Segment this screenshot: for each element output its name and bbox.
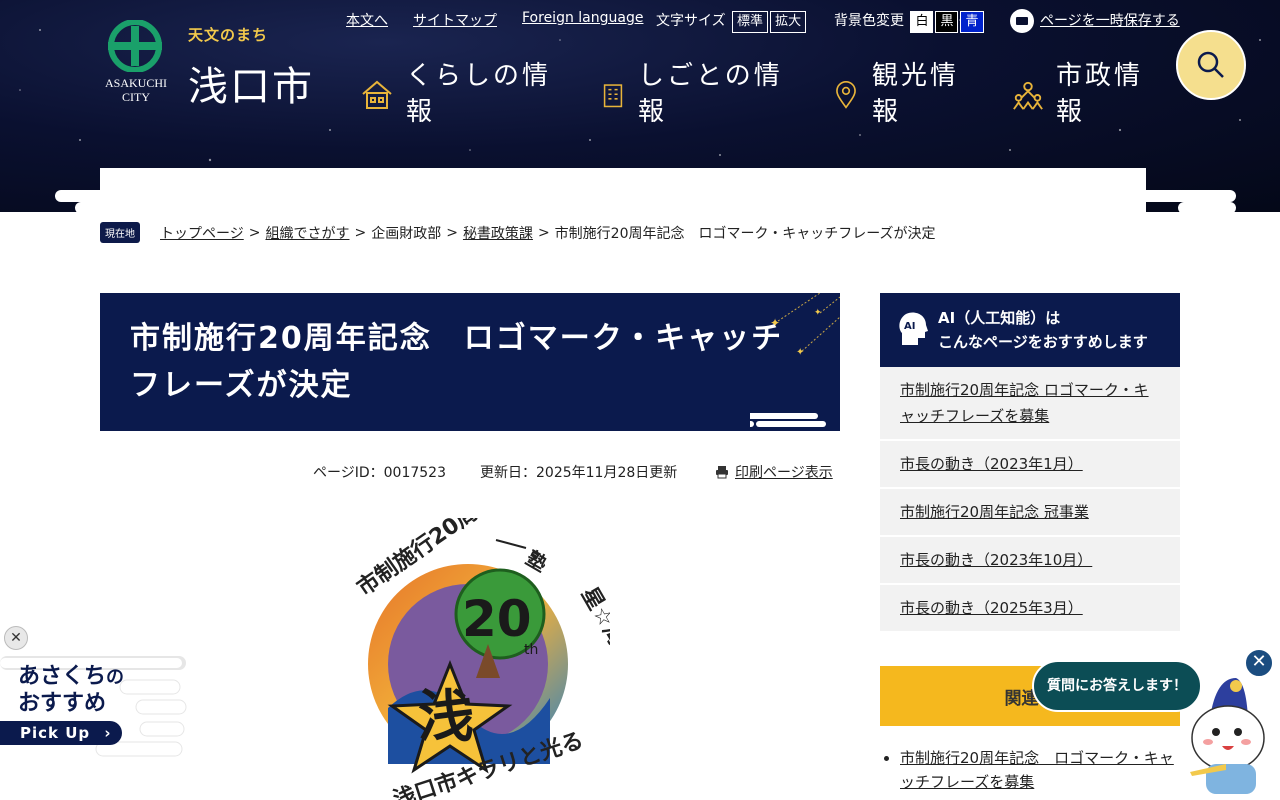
site-header: ASAKUCHI CITY 天文のまち 浅口市 本文へ サイトマップ Forei… [0,0,1280,212]
ai-recommend-header: AI AI（人工知能）は こんなページをおすすめします [880,293,1180,367]
bg-white-button[interactable]: 白 [910,11,934,33]
pickup-title-line1: あさくち [18,664,107,689]
ai-icon-label: AI [904,321,915,332]
list-item: 市制施行20周年記念 ロゴマーク・キャッチフレーズを募集 [900,746,1180,794]
emblem-ring-right: 星☆海☆ [576,583,610,668]
breadcrumb-separator: > [248,224,261,241]
building-icon [603,84,623,108]
pickup-button-label: Pick Up [20,724,91,742]
nav-work[interactable]: しごとの情 報 [600,58,783,130]
svg-text:✦: ✦ [814,308,822,318]
nav-label: 観光情 [872,61,960,91]
search-icon [1197,51,1224,78]
nav-label: くらしの情 [406,61,552,91]
nav-label: 報 [638,97,668,127]
foreign-language-link[interactable]: Foreign language [522,10,643,26]
pickup-button[interactable]: Pick Up › [0,721,122,745]
pickup-close-button[interactable]: ✕ [4,626,28,650]
updated-date: 更新日：2025年11月28日更新 [480,465,678,481]
nav-label: 市政情 [1056,61,1144,91]
printer-icon [716,466,728,479]
city-emblem-icon [108,20,162,72]
folder-icon [1010,9,1034,33]
nav-living[interactable]: くらしの情 報 [360,58,551,130]
save-page-link[interactable]: ページを一時保存する [1040,13,1180,29]
ai-recommend-link[interactable]: 市長の動き（2025年3月） [900,599,1083,617]
list-item: 市制施行20周年記念 ロゴマーク・キャッチフレーズを募集 [880,367,1180,441]
page-title-banner: ✦ ✦ ✦ 市制施行20周年記念 ロゴマーク・キャッチフレーズが決定 [100,293,840,431]
logo-en-line1: ASAKUCHI [104,76,167,90]
related-links-list: 市制施行20周年記念 ロゴマーク・キャッチフレーズを募集 [880,746,1180,794]
anniversary-logo-image: 20 th 浅 市制施行20周年 星☆海☆ 浅口市キラリと光る 塾 [352,518,610,800]
sitemap-link[interactable]: サイトマップ [413,13,497,29]
breadcrumb-link-top[interactable]: トップページ [160,223,244,243]
logo-en-line2: CITY [122,90,150,104]
emblem-suffix: th [524,642,538,658]
breadcrumb-current: 市制施行20周年記念 ロゴマーク・キャッチフレーズが決定 [554,225,936,242]
breadcrumb-link-org[interactable]: 組織でさがす [265,223,349,243]
house-icon [362,80,392,109]
font-standard-button[interactable]: 標準 [732,11,769,33]
people-icon [1013,81,1043,110]
ai-recommend-link[interactable]: 市制施行20周年記念 冠事業 [900,503,1089,521]
logo-tagline: 天文のまち [188,26,269,44]
font-large-button[interactable]: 拡大 [770,11,807,33]
nav-tourism[interactable]: 観光情 報 [832,58,959,130]
search-button[interactable] [1176,30,1246,100]
header-bottom-white [100,168,1146,212]
skip-to-content-link[interactable]: 本文へ [346,13,388,29]
list-item: 市長の動き（2023年10月） [880,537,1180,585]
list-item: 市制施行20周年記念 冠事業 [880,489,1180,537]
site-logo[interactable]: ASAKUCHI CITY 天文のまち 浅口市 [100,18,330,110]
pickup-title-line2: おすすめ [18,691,107,716]
page-title: 市制施行20周年記念 ロゴマーク・キャッチフレーズが決定 [130,321,784,403]
ai-recommend-link[interactable]: 市長の動き（2023年10月） [900,551,1092,569]
nav-government[interactable]: 市政情 報 [1012,58,1143,130]
map-pin-icon [836,81,856,109]
breadcrumb-badge: 現在地 [100,222,140,243]
decorative-cloud [1178,202,1236,212]
pickup-title-particle: の [106,667,125,688]
nav-label: 報 [406,97,436,127]
related-link[interactable]: 市制施行20周年記念 ロゴマーク・キャッチフレーズを募集 [900,749,1174,791]
logo-city-name: 浅口市 [188,64,314,110]
pickup-title: あさくちの おすすめ [18,664,124,717]
emblem-center-char: 浅 [418,684,474,750]
ai-head-icon: AI [899,312,928,345]
breadcrumb-separator: > [354,224,367,241]
breadcrumb-link-section[interactable]: 秘書政策課 [463,223,533,243]
print-page-link[interactable]: 印刷ページ表示 [735,465,833,481]
list-item: 市長の動き（2023年1月） [880,441,1180,489]
ai-recommend-link[interactable]: 市制施行20周年記念 ロゴマーク・キャッチフレーズを募集 [900,381,1149,425]
bg-color-label: 背景色変更 [834,13,904,29]
list-item: 市長の動き（2025年3月） [880,585,1180,633]
ai-recommend-link[interactable]: 市長の動き（2023年1月） [900,455,1083,473]
breadcrumb-dept: 企画財政部 [371,225,442,242]
breadcrumb-separator: > [446,224,458,241]
mascot-character-icon[interactable] [1186,672,1272,800]
ai-title-line2: こんなページをおすすめします [938,333,1148,351]
breadcrumb: 現在地 トップページ > 組織でさがす > 企画財政部 > 秘書政策課 > 市制… [100,222,936,243]
chat-bubble-button[interactable]: 質問にお答えします！ [1032,660,1202,712]
chevron-right-icon: › [104,724,112,742]
nav-label: しごとの情 [638,61,783,91]
ai-recommend-list: 市制施行20周年記念 ロゴマーク・キャッチフレーズを募集 市長の動き（2023年… [880,367,1180,633]
nav-label: 報 [1056,97,1086,127]
font-size-label: 文字サイズ [656,13,726,29]
breadcrumb-separator: > [537,224,550,241]
svg-text:✦: ✦ [796,347,804,358]
bg-black-button[interactable]: 黒 [935,11,959,33]
emblem-number: 20 [462,590,532,648]
nav-label: 報 [872,97,902,127]
emblem-top-right-char: 塾 [522,546,551,577]
bg-blue-button[interactable]: 青 [960,11,984,33]
ai-title-line1: AI（人工知能）は [938,309,1061,327]
page-id: ページID：0017523 [313,465,446,481]
